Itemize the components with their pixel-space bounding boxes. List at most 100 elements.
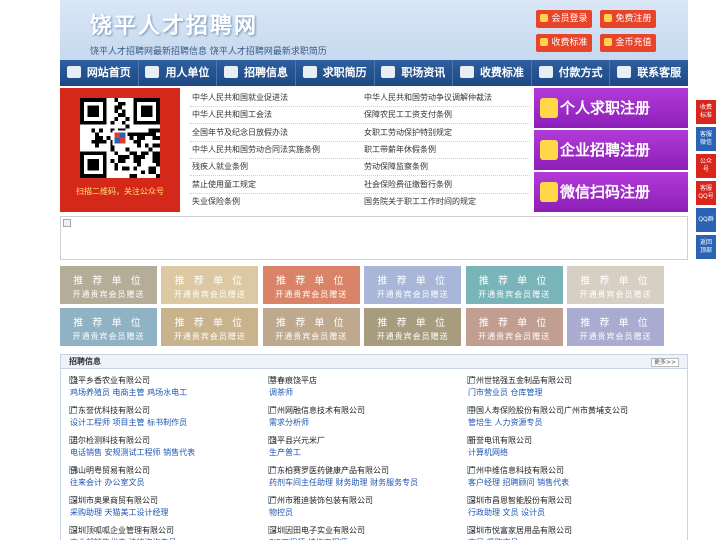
company-name-link[interactable]: 诺尔检测科技有限公司 <box>70 435 150 446</box>
nav-item-4[interactable]: 职场资讯 <box>375 60 454 86</box>
law-link[interactable]: 禁止使用童工规定 <box>192 179 256 191</box>
divider <box>190 175 530 177</box>
nav-item-2[interactable]: 招聘信息 <box>217 60 296 86</box>
divider <box>190 192 530 194</box>
company-name-link[interactable]: 深圳因田电子实业有限公司 <box>269 525 365 536</box>
company-name-link[interactable]: 佛山明粤贸易有限公司 <box>70 465 150 476</box>
job-seeker-register-button[interactable]: 个人求职注册 <box>534 88 688 128</box>
login-button[interactable]: 会员登录 <box>536 10 592 28</box>
float-sidebar-item[interactable]: QQ群 <box>696 208 716 232</box>
recommended-unit-slot[interactable]: 推 荐 单 位开通贵宾会员赠送 <box>262 308 360 346</box>
register-button[interactable]: 免费注册 <box>600 10 656 28</box>
nav-label: 联系客服 <box>637 66 682 79</box>
law-block: 扫描二维码，关注公众号 中华人民共和国就业促进法 中华人民共和国劳动争议调解仲裁法… <box>60 88 688 212</box>
company-name-link[interactable]: 饶平县兴元米厂 <box>269 435 325 446</box>
coin-icon <box>604 38 613 46</box>
job-roles-link[interactable]: 鸡场养殖员 电商主管 鸡场水电工 <box>70 387 187 398</box>
job-roles-link[interactable]: 药剂车间主任助理 财务助理 财务服务专员 <box>269 477 418 488</box>
job-roles-link[interactable]: 管培生 人力资源专员 <box>468 417 543 428</box>
float-sidebar-item[interactable]: 收费标准 <box>696 100 716 124</box>
slot-subtitle: 开通贵宾会员赠送 <box>478 332 551 341</box>
job-roles-link[interactable]: 计算机网络 <box>468 447 508 458</box>
slot-title: 推 荐 单 位 <box>580 276 651 287</box>
qr-code-image <box>80 98 160 178</box>
job-roles-link[interactable]: 调茶师 <box>269 387 293 398</box>
recommended-unit-slot[interactable]: 推 荐 单 位开通贵宾会员赠送 <box>60 308 157 346</box>
job-roles-link[interactable]: 生产普工 <box>269 447 301 458</box>
job-roles-link[interactable]: 门市营业员 仓库管理 <box>468 387 543 398</box>
company-name-link[interactable]: 广东柏赛罗医药健康产品有限公司 <box>269 465 389 476</box>
phone-icon <box>617 66 632 78</box>
law-link[interactable]: 失业保险条例 <box>192 196 240 208</box>
recommended-unit-slot[interactable]: 推 荐 单 位开通贵宾会员赠送 <box>161 266 259 304</box>
recommended-unit-slot[interactable]: 推 荐 单 位开通贵宾会员赠送 <box>567 308 664 346</box>
law-link[interactable]: 中华人民共和国就业促进法 <box>192 92 288 104</box>
company-name-link[interactable]: 广州网融信息技术有限公司 <box>269 405 365 416</box>
recommended-unit-slot[interactable]: 推 荐 单 位开通贵宾会员赠送 <box>364 308 462 346</box>
slot-subtitle: 开通贵宾会员赠送 <box>376 332 449 341</box>
law-link[interactable]: 劳动保障监察条例 <box>364 161 428 173</box>
chat-icon <box>224 66 239 78</box>
wechat-register-button[interactable]: 微信扫码注册 <box>534 172 688 212</box>
job-roles-link[interactable]: 采购助理 天猫美工设计经理 <box>70 507 169 518</box>
law-link[interactable]: 中华人民共和国劳动合同法实施条例 <box>192 144 320 156</box>
register-icon <box>604 14 613 22</box>
company-name-link[interactable]: 深圳市奥果商贸有限公司 <box>70 495 158 506</box>
job-roles-link[interactable]: 设计工程师 项目主管 标书制作员 <box>70 417 187 428</box>
float-sidebar-item[interactable]: 返回顶部 <box>696 235 716 259</box>
banner-image[interactable] <box>60 216 688 260</box>
company-name-link[interactable]: 萃春痕饶平店 <box>269 375 317 386</box>
float-sidebar-item[interactable]: 客服QQ号 <box>696 181 716 205</box>
job-roles-link[interactable]: 客户经理 招聘顾问 销售代表 <box>468 477 569 488</box>
recharge-button[interactable]: 金币充值 <box>600 34 656 52</box>
news-icon <box>381 66 396 78</box>
employer-register-button[interactable]: 企业招聘注册 <box>534 130 688 170</box>
recommended-unit-slot[interactable]: 推 荐 单 位开通贵宾会员赠送 <box>465 266 563 304</box>
job-roles-link[interactable]: 电话销售 安规测试工程师 销售代表 <box>70 447 195 458</box>
company-name-link[interactable]: 广州中维信息科技有限公司 <box>468 465 564 476</box>
law-link[interactable]: 女职工劳动保护特别规定 <box>364 127 452 139</box>
law-link[interactable]: 全国年节及纪念日放假办法 <box>192 127 288 139</box>
job-roles-link[interactable]: 物控员 <box>269 507 293 518</box>
slot-subtitle: 开通贵宾会员赠送 <box>579 290 652 299</box>
law-link[interactable]: 社会保险费征缴暂行条例 <box>364 179 452 191</box>
company-name-link[interactable]: 深圳市昌恩智能股份有限公司 <box>468 495 572 506</box>
register-buttons: 个人求职注册 企业招聘注册 微信扫码注册 <box>534 88 688 214</box>
site-logo[interactable]: 饶平人才招聘网 <box>90 8 258 40</box>
recommended-unit-slot[interactable]: 推 荐 单 位开通贵宾会员赠送 <box>364 266 462 304</box>
nav-item-6[interactable]: 付款方式 <box>532 60 611 86</box>
recommended-unit-slot[interactable]: 推 荐 单 位开通贵宾会员赠送 <box>465 308 563 346</box>
more-link[interactable]: 更多>> <box>650 358 679 367</box>
job-roles-link[interactable]: 往来会计 办公室文员 <box>70 477 145 488</box>
float-sidebar-item[interactable]: 客服微信 <box>696 127 716 151</box>
law-link[interactable]: 保障农民工工资支付条例 <box>364 109 452 121</box>
law-link[interactable]: 残疾人就业条例 <box>192 161 248 173</box>
recommended-unit-slot[interactable]: 推 荐 单 位开通贵宾会员赠送 <box>161 308 259 346</box>
divider <box>190 140 530 142</box>
company-name-link[interactable]: 深圳顶呱呱企业管理有限公司 <box>70 525 174 536</box>
company-name-link[interactable]: 广东誉优科技有限公司 <box>70 405 150 416</box>
company-name-link[interactable]: 中国人寿保险股份有限公司广州市黄埔支公司 <box>468 405 628 416</box>
company-name-link[interactable]: 饶平乡香农业有限公司 <box>70 375 150 386</box>
pricing-button[interactable]: 收费标准 <box>536 34 592 52</box>
job-listing-item: 广州世铭强五金制品有限公司 门市营业员 仓库管理 <box>463 373 659 399</box>
company-name-link[interactable]: 深圳市悦富家居用品有限公司 <box>468 525 572 536</box>
law-link[interactable]: 中华人民共和国工会法 <box>192 109 272 121</box>
recommended-unit-slot[interactable]: 推 荐 单 位开通贵宾会员赠送 <box>567 266 664 304</box>
nav-item-1[interactable]: 用人单位 <box>139 60 218 86</box>
float-sidebar-item[interactable]: 公众号 <box>696 154 716 178</box>
law-link[interactable]: 中华人民共和国劳动争议调解仲裁法 <box>364 92 492 104</box>
law-link[interactable]: 职工带薪年休假条例 <box>364 144 436 156</box>
company-name-link[interactable]: 广州市雅迪装饰包装有限公司 <box>269 495 373 506</box>
recommended-unit-slot[interactable]: 推 荐 单 位开通贵宾会员赠送 <box>60 266 157 304</box>
law-link[interactable]: 国务院关于职工工作时间的规定 <box>364 196 476 208</box>
job-roles-link[interactable]: 行政助理 文员 设计员 <box>468 507 545 518</box>
nav-item-5[interactable]: 收费标准 <box>453 60 532 86</box>
company-name-link[interactable]: 新誉电讯有限公司 <box>468 435 532 446</box>
nav-item-3[interactable]: 求职简历 <box>296 60 375 86</box>
recommended-unit-slot[interactable]: 推 荐 单 位开通贵宾会员赠送 <box>262 266 360 304</box>
job-roles-link[interactable]: 需求分析师 <box>269 417 309 428</box>
company-name-link[interactable]: 广州世铭强五金制品有限公司 <box>468 375 572 386</box>
nav-item-0[interactable]: 网站首页 <box>60 60 139 86</box>
nav-item-7[interactable]: 联系客服 <box>610 60 688 86</box>
